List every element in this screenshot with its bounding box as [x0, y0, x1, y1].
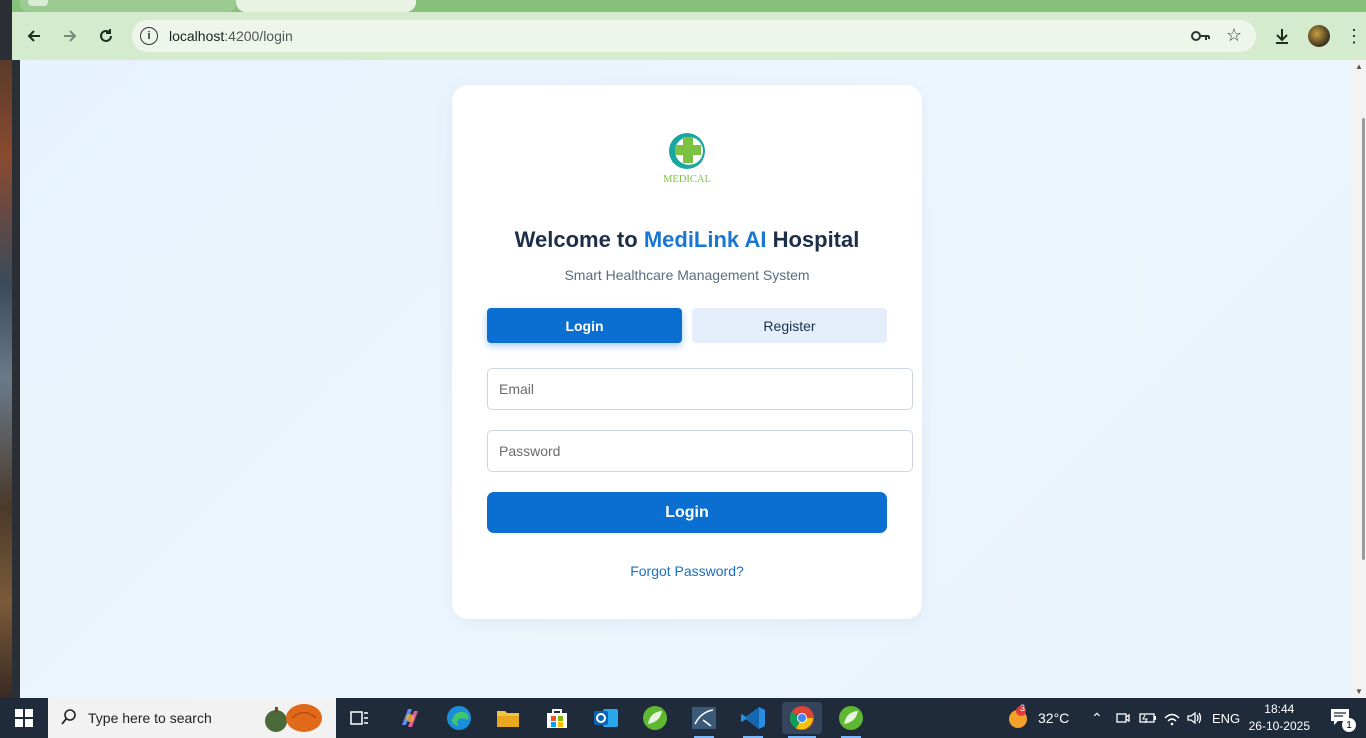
page-title: Welcome to MediLink AI Hospital [452, 227, 922, 253]
url-path: :4200/login [224, 28, 293, 44]
address-bar[interactable]: i localhost:4200/login ☆ [132, 20, 1256, 52]
site-info-icon[interactable]: i [140, 27, 158, 45]
tab-strip [12, 0, 1366, 12]
scrollbar-thumb[interactable] [1362, 118, 1365, 560]
copilot-icon[interactable] [390, 702, 430, 734]
task-view-icon[interactable] [340, 702, 380, 734]
profile-avatar[interactable] [1307, 24, 1331, 48]
notification-center[interactable]: 1 [1330, 708, 1356, 732]
menu-dots-icon[interactable]: ⋮ [1342, 24, 1366, 48]
logo-text: MEDICAL [663, 174, 711, 185]
arrow-right-icon [64, 30, 77, 42]
system-clock[interactable]: 18:44 26-10-2025 [1249, 701, 1310, 735]
reload-button[interactable] [94, 24, 118, 48]
tab-register[interactable]: Register [692, 308, 887, 343]
forward-button[interactable] [58, 24, 82, 48]
title-brand: MediLink AI [643, 227, 767, 252]
weather-temp: 32°C [1038, 710, 1070, 726]
scroll-up-icon[interactable]: ▲ [1355, 62, 1363, 71]
browser-tab-3[interactable] [416, 0, 1356, 12]
weather-widget[interactable]: 3 32°C [1006, 698, 1069, 738]
password-field[interactable] [487, 430, 913, 472]
email-field[interactable] [487, 368, 913, 410]
browser-toolbar: i localhost:4200/login ☆ ⋮ [12, 12, 1366, 60]
show-hidden-icons[interactable]: ⌃ [1091, 698, 1103, 738]
url-host: localhost [169, 28, 225, 44]
weather-sun-icon [1009, 706, 1027, 728]
taskbar: Type here to search 3 32°C ⌃ ENG 18:44 2… [0, 698, 1366, 738]
spring-tool-icon[interactable] [635, 702, 675, 734]
desktop-background [0, 60, 12, 698]
windows-icon [15, 709, 33, 727]
forgot-password-link[interactable]: Forgot Password? [452, 563, 922, 579]
avatar [1308, 25, 1330, 47]
page-scrollbar[interactable]: ▲ ▼ [1352, 60, 1366, 698]
language-indicator[interactable]: ENG [1212, 698, 1240, 738]
wifi-icon[interactable] [1163, 698, 1181, 738]
login-card: MEDICAL Welcome to MediLink AI Hospital … [452, 85, 922, 619]
edge-icon[interactable] [439, 702, 479, 734]
screen: i localhost:4200/login ☆ ⋮ MEDICAL Welco… [0, 0, 1366, 738]
search-icon [60, 708, 78, 731]
browser-tab-1[interactable] [20, 0, 236, 12]
medical-logo: MEDICAL [663, 133, 711, 185]
mysql-workbench-icon[interactable] [684, 702, 724, 738]
meet-icon[interactable] [1115, 698, 1131, 738]
title-prefix: Welcome to [514, 227, 644, 252]
battery-icon[interactable] [1139, 698, 1157, 738]
tab-login[interactable]: Login [487, 308, 682, 343]
pumpkin-icon [265, 704, 322, 732]
url-text[interactable]: localhost:4200/login [169, 28, 293, 44]
arrow-left-icon [27, 30, 40, 42]
download-icon[interactable] [1270, 24, 1294, 48]
weather-badge: 3 [1020, 703, 1026, 713]
page-viewport: MEDICAL Welcome to MediLink AI Hospital … [20, 60, 1352, 698]
page-subtitle: Smart Healthcare Management System [564, 267, 810, 283]
notification-badge: 1 [1342, 718, 1356, 732]
scroll-down-icon[interactable]: ▼ [1355, 687, 1363, 696]
outlook-icon[interactable] [586, 702, 626, 734]
chrome-icon[interactable] [782, 702, 822, 738]
key-icon[interactable] [1190, 27, 1210, 45]
reload-icon [100, 29, 112, 42]
back-button[interactable] [22, 24, 46, 48]
taskbar-search[interactable]: Type here to search [48, 698, 336, 738]
file-explorer-icon[interactable] [488, 702, 528, 734]
spring-boot-icon[interactable] [831, 702, 871, 738]
browser-tab-active[interactable] [236, 0, 416, 12]
bookmark-star-icon[interactable]: ☆ [1226, 25, 1242, 46]
clock-time: 18:44 [1264, 702, 1295, 716]
search-placeholder: Type here to search [88, 710, 212, 726]
volume-icon[interactable] [1186, 698, 1204, 738]
store-icon[interactable] [537, 702, 577, 734]
vscode-icon[interactable] [733, 702, 773, 738]
start-button[interactable] [0, 698, 48, 738]
title-suffix: Hospital [766, 227, 860, 252]
login-submit-button[interactable]: Login [487, 492, 887, 533]
clock-date: 26-10-2025 [1248, 719, 1310, 733]
browser-chrome: i localhost:4200/login ☆ ⋮ [12, 0, 1366, 60]
